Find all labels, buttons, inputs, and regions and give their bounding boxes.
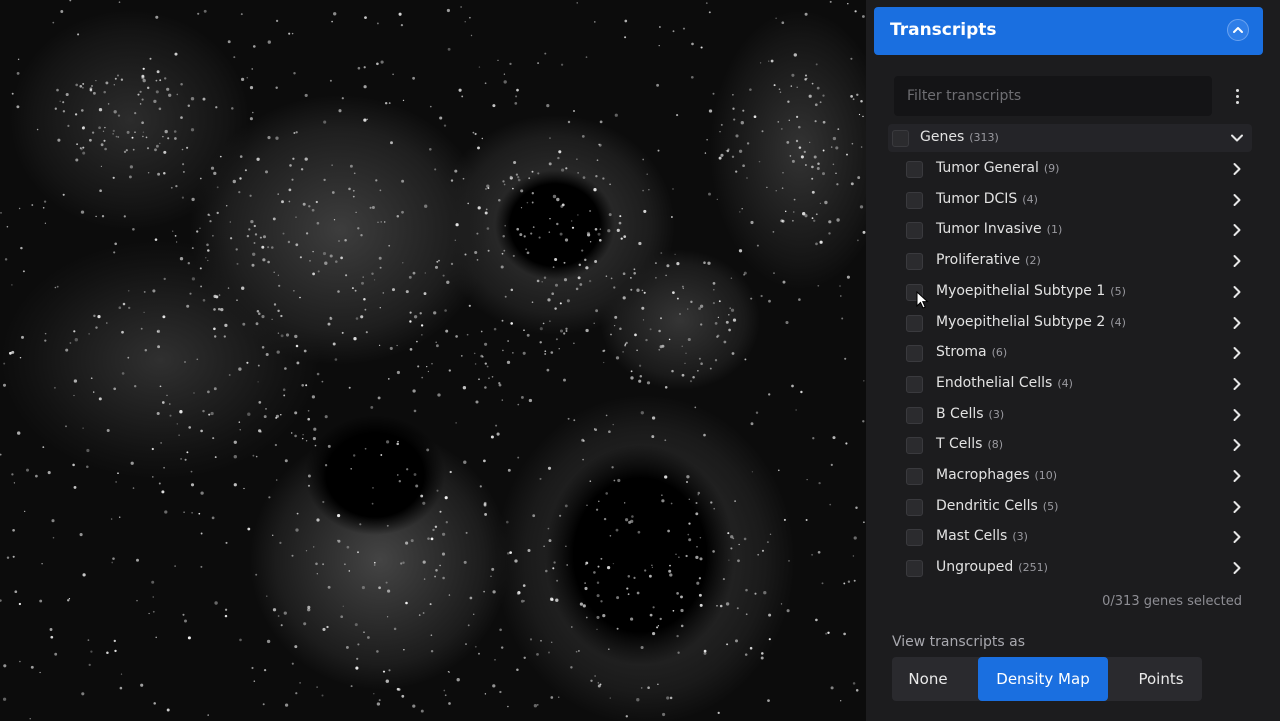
view-none-button[interactable]: None: [892, 657, 964, 701]
gene-group-row[interactable]: Tumor DCIS (4): [902, 186, 1252, 214]
gene-group-row[interactable]: Endothelial Cells (4): [902, 370, 1252, 398]
gene-group-count: (3): [1012, 530, 1028, 544]
chevron-right-icon[interactable]: [1230, 377, 1244, 391]
gene-group-row[interactable]: Proliferative (2): [902, 247, 1252, 275]
transcript-density-overlay: [0, 0, 866, 720]
chevron-up-icon: [1233, 27, 1243, 33]
panel-header[interactable]: Transcripts: [874, 7, 1263, 55]
gene-group-label: Dendritic Cells (5): [936, 497, 1059, 514]
gene-group-count: (251): [1018, 561, 1048, 575]
more-vertical-icon[interactable]: [1227, 84, 1247, 108]
gene-group-count: (2): [1025, 254, 1041, 268]
gene-group-row[interactable]: T Cells (8): [902, 431, 1252, 459]
gene-group-label: Endothelial Cells (4): [936, 374, 1073, 391]
collapse-button[interactable]: [1227, 19, 1249, 41]
chevron-right-icon[interactable]: [1230, 193, 1244, 207]
gene-group-checkbox[interactable]: [906, 529, 923, 547]
genes-group-row[interactable]: Genes (313): [888, 124, 1252, 152]
gene-group-row[interactable]: Tumor General (9): [902, 155, 1252, 183]
gene-group-label: B Cells (3): [936, 405, 1005, 422]
chevron-right-icon[interactable]: [1230, 346, 1244, 360]
gene-group-checkbox[interactable]: [906, 406, 923, 424]
view-mode-toggle: None Density Map Points: [892, 657, 1202, 701]
gene-group-count: (8): [987, 438, 1004, 452]
chevron-right-icon[interactable]: [1230, 285, 1244, 299]
genes-label: Genes (313): [920, 129, 999, 145]
gene-group-checkbox[interactable]: [906, 222, 923, 240]
gene-group-count: (4): [1057, 376, 1073, 390]
gene-group-label: T Cells (8): [936, 436, 1004, 453]
gene-group-label: Stroma (6): [936, 344, 1008, 361]
gene-group-checkbox[interactable]: [906, 161, 923, 178]
chevron-right-icon[interactable]: [1230, 223, 1244, 237]
chevron-right-icon[interactable]: [1230, 316, 1244, 330]
gene-group-row[interactable]: Myoepithelial Subtype 1 (5): [902, 278, 1252, 306]
chevron-right-icon[interactable]: [1230, 469, 1244, 483]
gene-group-checkbox[interactable]: [906, 560, 923, 578]
gene-group-row[interactable]: Stroma (6): [902, 339, 1252, 367]
gene-group-label: Myoepithelial Subtype 1 (5): [936, 282, 1126, 299]
filter-transcripts-input[interactable]: [894, 76, 1212, 116]
genes-checkbox[interactable]: [892, 130, 909, 147]
gene-group-row[interactable]: Ungrouped (251): [902, 554, 1252, 582]
chevron-right-icon[interactable]: [1230, 530, 1244, 544]
gene-group-checkbox[interactable]: [906, 314, 923, 332]
gene-group-label: Tumor General (9): [936, 160, 1060, 176]
gene-group-checkbox[interactable]: [906, 345, 923, 363]
panel-title: Transcripts: [890, 20, 997, 40]
chevron-right-icon[interactable]: [1230, 438, 1244, 452]
gene-group-label: Tumor Invasive (1): [936, 221, 1063, 238]
transcripts-panel: Transcripts Genes(313) Tumor General(9) T…: [866, 0, 1280, 721]
gene-group-count: (5): [1042, 499, 1059, 513]
genes-count: (313): [969, 131, 999, 144]
gene-group-row[interactable]: B Cells (3): [902, 401, 1252, 429]
gene-group-row[interactable]: Myoepithelial Subtype 2 (4): [902, 309, 1252, 337]
gene-group-row[interactable]: Dendritic Cells (5): [902, 493, 1252, 521]
view-density-map-button[interactable]: Density Map: [978, 657, 1108, 701]
gene-group-checkbox[interactable]: [906, 468, 923, 485]
gene-group-count: (10): [1034, 469, 1058, 482]
gene-group-row[interactable]: Tumor Invasive (1): [902, 216, 1252, 244]
gene-group-label: Tumor DCIS (4): [936, 190, 1038, 207]
chevron-right-icon[interactable]: [1230, 408, 1244, 422]
gene-group-label: Mast Cells (3): [936, 528, 1028, 545]
gene-group-count: (1): [1046, 223, 1063, 237]
gene-group-label: Proliferative (2): [936, 252, 1041, 269]
tissue-image-viewer[interactable]: [0, 0, 866, 721]
gene-group-count: (9): [1043, 162, 1060, 175]
chevron-down-icon[interactable]: [1230, 131, 1244, 145]
gene-group-checkbox[interactable]: [906, 437, 923, 455]
gene-group-count: (4): [1022, 192, 1038, 206]
genes-selected-count: 0/313 genes selected: [1102, 594, 1242, 609]
gene-group-checkbox[interactable]: [906, 253, 923, 271]
chevron-right-icon[interactable]: [1230, 500, 1244, 514]
view-points-button[interactable]: Points: [1116, 657, 1206, 701]
chevron-right-icon[interactable]: [1230, 561, 1244, 575]
gene-group-count: (5): [1110, 284, 1126, 298]
gene-group-checkbox[interactable]: [906, 498, 923, 516]
gene-group-count: (6): [991, 346, 1008, 360]
view-transcripts-label: View transcripts as: [892, 634, 1025, 650]
gene-group-count: (4): [1110, 315, 1126, 329]
gene-group-checkbox[interactable]: [906, 191, 923, 209]
gene-group-checkbox[interactable]: [906, 375, 923, 393]
gene-group-row[interactable]: Mast Cells (3): [902, 523, 1252, 551]
chevron-right-icon[interactable]: [1230, 162, 1244, 176]
gene-group-label: Macrophages (10): [936, 467, 1058, 483]
gene-group-row[interactable]: Macrophages (10): [902, 462, 1252, 490]
gene-group-count: (3): [988, 407, 1005, 421]
gene-group-label: Myoepithelial Subtype 2 (4): [936, 313, 1126, 330]
chevron-right-icon[interactable]: [1230, 254, 1244, 268]
mouse-pointer-icon: [916, 291, 929, 309]
gene-group-label: Ungrouped (251): [936, 559, 1048, 576]
